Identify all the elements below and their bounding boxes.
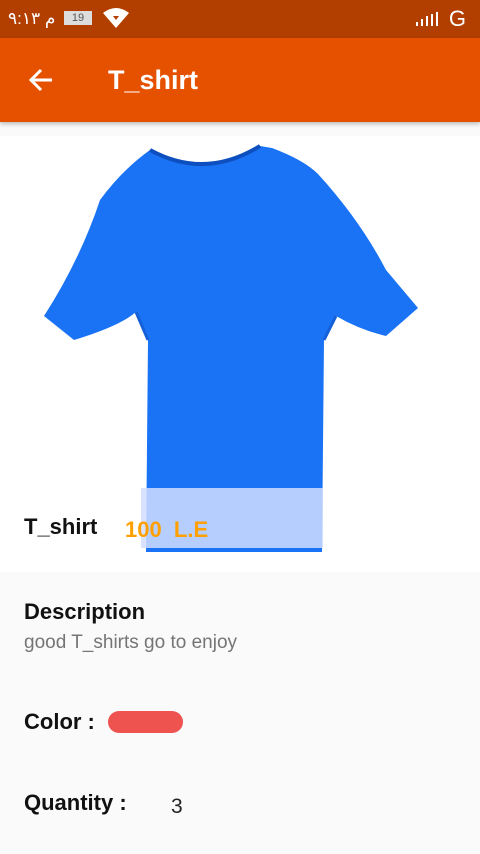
network-type: G	[448, 6, 466, 31]
page-title: T_shirt	[108, 65, 199, 95]
app-bar: T_shirt	[0, 38, 480, 122]
product-price: 100 L.E	[125, 517, 209, 542]
signal-icon	[416, 12, 440, 31]
product-name: T_shirt	[24, 514, 98, 539]
wifi-icon	[102, 7, 130, 34]
back-arrow-icon[interactable]	[28, 67, 54, 98]
description-heading: Description	[24, 599, 146, 624]
battery-icon: 19	[64, 11, 92, 25]
color-label: Color :	[24, 709, 95, 734]
quantity-label: Quantity :	[24, 790, 127, 815]
status-bar: م ٩:١٣ 19 G	[0, 0, 480, 38]
status-time: م ٩:١٣	[8, 9, 56, 28]
product-card: T_shirt 100 L.E	[0, 136, 480, 572]
color-swatch	[108, 711, 183, 733]
description-text: good T_shirts go to enjoy	[24, 632, 238, 653]
quantity-value: 3	[171, 795, 183, 818]
